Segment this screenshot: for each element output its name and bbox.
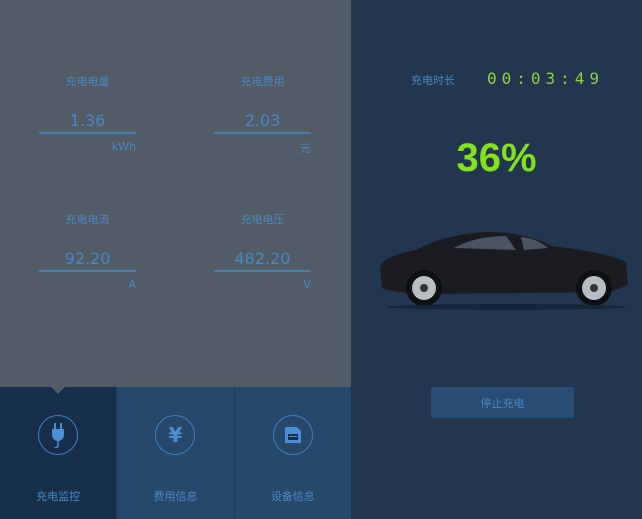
metric-energy: 充电电量 1.36 kWh [39, 73, 136, 153]
metric-label: 充电电量 [65, 75, 110, 88]
duration-timer: 00:03:49 [487, 69, 605, 88]
metric-unit: 元 [300, 142, 311, 155]
metric-unit: A [128, 278, 136, 291]
charge-percent: 36% [456, 136, 537, 180]
metric-value: 2.03 [214, 111, 311, 134]
metric-value: 1.36 [39, 111, 136, 134]
yen-icon: ¥ [155, 415, 196, 455]
metric-cost: 充电费用 2.03 元 [214, 73, 311, 156]
tab-label: 费用信息 [153, 490, 198, 503]
floppy-disk-icon [272, 415, 313, 455]
metric-voltage: 充电电压 482.20 V [214, 211, 311, 291]
stop-charging-button[interactable]: 停止充电 [431, 387, 574, 418]
metric-value: 92.20 [39, 249, 136, 272]
metric-unit: kWh [111, 140, 136, 153]
metric-unit: V [303, 278, 311, 291]
car-image [380, 232, 628, 310]
metric-label: 充电电流 [65, 213, 110, 226]
metric-label: 充电电压 [240, 213, 285, 226]
tab-label: 设备信息 [270, 490, 315, 503]
status-panel: 充电时长 00:03:49 36% 停止充电 [351, 0, 642, 519]
tab-charging-monitor[interactable]: 充电监控 [0, 387, 117, 519]
duration-label: 充电时长 [411, 74, 455, 87]
metric-value: 482.20 [214, 249, 311, 272]
bottom-nav: 充电监控 ¥ 费用信息 设备信息 [0, 387, 351, 519]
metric-current: 充电电流 92.20 A [39, 211, 136, 291]
plug-icon [38, 415, 79, 455]
metric-label: 充电费用 [240, 75, 285, 88]
metrics-panel: 充电电量 1.36 kWh 充电费用 2.03 元 充电电流 92.20 A 充电电压 482… [0, 0, 351, 387]
tab-label: 充电监控 [36, 490, 81, 503]
tab-cost-info[interactable]: ¥ 费用信息 [116, 387, 234, 519]
tab-device-info[interactable]: 设备信息 [233, 387, 351, 519]
